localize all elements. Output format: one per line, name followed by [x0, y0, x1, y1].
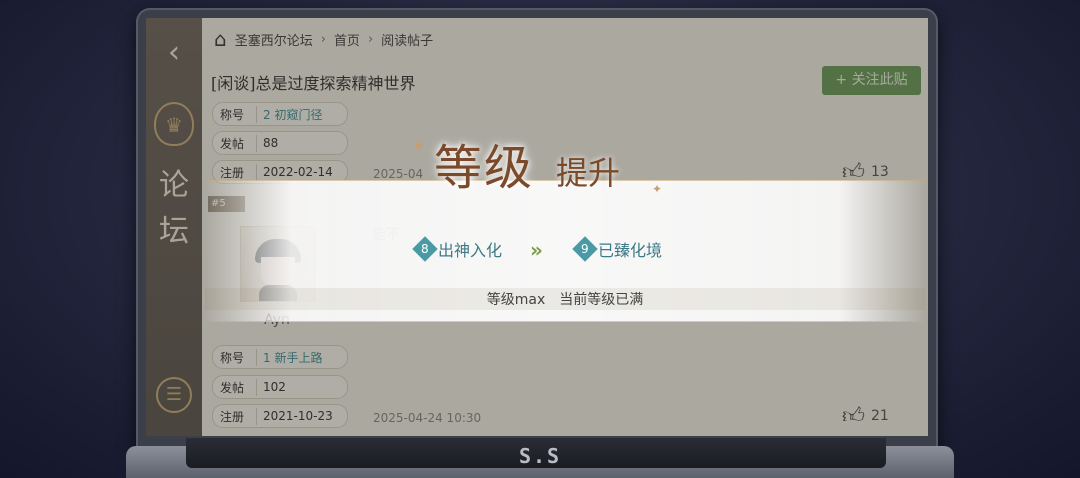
sparkle-icon: ✦	[652, 182, 663, 196]
level-to: 9 已臻化境	[572, 236, 663, 262]
level-from-name: 出神入化	[438, 241, 503, 260]
level-to-name: 已臻化境	[598, 241, 663, 260]
levelup-title-main: 等级	[434, 140, 535, 196]
double-chevron-right-icon: »	[530, 238, 543, 262]
level-from: 8 出神入化	[412, 236, 503, 262]
brand-logo: S.S	[518, 444, 562, 468]
level-number-icon: 8	[412, 236, 438, 262]
level-number-icon: 9	[572, 236, 598, 262]
levelup-title-sub: 提升	[556, 154, 621, 192]
sparkle-icon: ✦	[412, 136, 426, 155]
level-max-message: 等级max 当前等级已满	[486, 292, 644, 308]
